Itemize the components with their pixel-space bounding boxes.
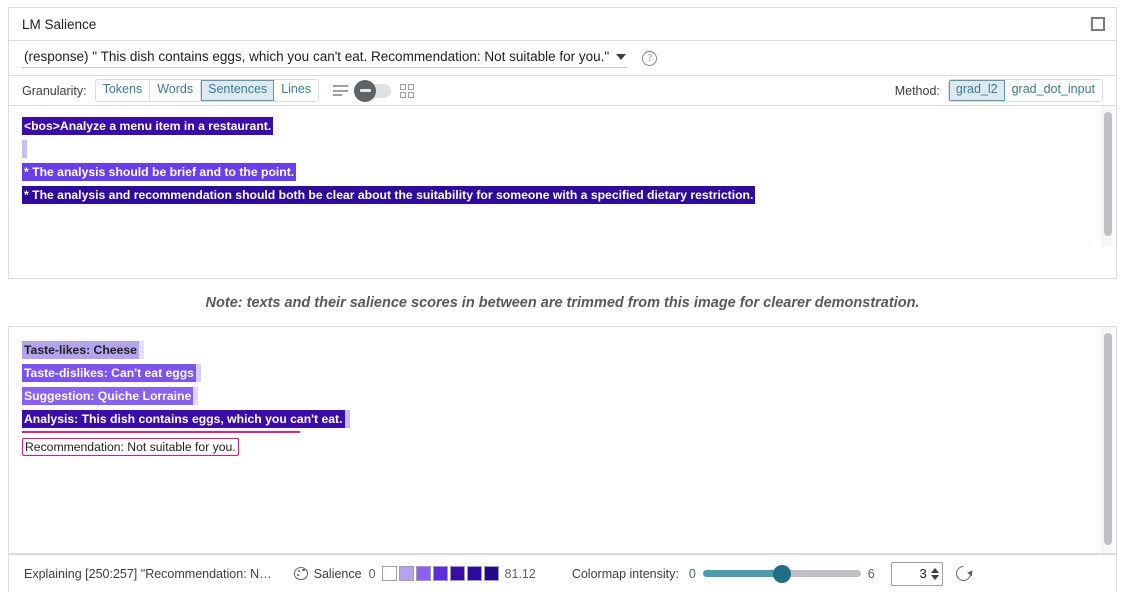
granularity-segmented-control: Tokens Words Sentences Lines xyxy=(95,79,319,102)
granularity-label: Granularity: xyxy=(22,84,87,98)
salience-span-selected[interactable]: Recommendation: Not suitable for you. xyxy=(22,438,239,456)
salience-span[interactable]: Taste-dislikes: Can't eat eggs xyxy=(22,364,196,382)
text-density-icon[interactable] xyxy=(333,85,348,96)
response-salience-panel[interactable]: Taste-likes: Cheese Taste-dislikes: Can'… xyxy=(9,327,1116,554)
salience-newline-span[interactable] xyxy=(196,364,201,382)
slider-thumb[interactable] xyxy=(773,565,791,583)
salience-span[interactable]: * The analysis should be brief and to th… xyxy=(22,163,296,181)
granularity-option-lines[interactable]: Lines xyxy=(274,80,318,101)
response-rows-container: Taste-likes: Cheese Taste-dislikes: Can'… xyxy=(9,327,1116,465)
salience-newline-span[interactable] xyxy=(193,387,198,405)
colormap-intensity-slider[interactable] xyxy=(703,570,861,577)
palette-icon[interactable] xyxy=(294,567,309,581)
salience-span[interactable]: Analysis: This dish contains eggs, which… xyxy=(22,410,345,428)
colormap-intensity-slider-group: 0 6 xyxy=(689,567,875,581)
prompt-salience-panel[interactable]: <bos>Analyze a menu item in a restaurant… xyxy=(9,106,1116,247)
prompt-scrollbar-thumb[interactable] xyxy=(1104,112,1112,236)
grid-view-icon[interactable] xyxy=(400,84,414,98)
method-option-grad-dot-input[interactable]: grad_dot_input xyxy=(1005,80,1102,101)
slider-max-label: 6 xyxy=(868,567,875,581)
salience-row[interactable]: Recommendation: Not suitable for you. xyxy=(22,436,1116,456)
method-label: Method: xyxy=(895,84,940,98)
salience-color-ramp xyxy=(382,566,501,581)
display-mode-icons xyxy=(333,84,414,98)
help-circle-icon[interactable]: ? xyxy=(642,51,657,66)
salience-newline-span[interactable] xyxy=(139,341,144,359)
target-selector-bar: (response) " This dish contains eggs, wh… xyxy=(9,41,1116,76)
salience-span[interactable]: Suggestion: Quiche Lorraine xyxy=(22,387,193,405)
salience-span[interactable]: <bos>Analyze a menu item in a restaurant… xyxy=(22,117,273,135)
granularity-option-words[interactable]: Words xyxy=(150,80,201,101)
salience-row[interactable]: Suggestion: Quiche Lorraine xyxy=(22,385,1116,405)
granularity-option-tokens[interactable]: Tokens xyxy=(96,80,151,101)
page-title: LM Salience xyxy=(22,17,1090,32)
salience-legend-label: Salience xyxy=(314,567,362,581)
intensity-stepper[interactable]: 3 xyxy=(891,562,943,586)
response-salience-module: Taste-likes: Cheese Taste-dislikes: Can'… xyxy=(8,326,1117,592)
ramp-swatch-2 xyxy=(416,566,431,581)
response-scrollbar-thumb[interactable] xyxy=(1104,333,1112,545)
salience-span[interactable]: * The analysis and recommendation should… xyxy=(22,186,755,204)
method-option-grad-l2[interactable]: grad_l2 xyxy=(949,80,1005,101)
trimmed-note: Note: texts and their salience scores in… xyxy=(8,295,1117,311)
granularity-option-sentences[interactable]: Sentences xyxy=(201,80,274,101)
salience-row[interactable]: * The analysis and recommendation should… xyxy=(22,184,1116,204)
ramp-swatch-6 xyxy=(484,566,499,581)
fullscreen-icon[interactable] xyxy=(1090,16,1106,32)
chevron-down-icon xyxy=(616,54,626,60)
salience-row[interactable]: Analysis: This dish contains eggs, which… xyxy=(22,408,1116,428)
target-select[interactable]: (response) " This dish contains eggs, wh… xyxy=(22,48,628,68)
salience-newline-span[interactable] xyxy=(345,410,350,428)
module-titlebar: LM Salience xyxy=(9,8,1116,41)
toggle-switch-off[interactable] xyxy=(357,84,391,98)
intensity-value: 3 xyxy=(920,566,927,581)
salience-min-value: 0 xyxy=(369,567,376,581)
salience-row[interactable]: <bos>Analyze a menu item in a restaurant… xyxy=(22,115,1116,135)
ramp-swatch-4 xyxy=(450,566,465,581)
salience-row[interactable]: Taste-likes: Cheese xyxy=(22,339,1116,359)
salience-span[interactable]: Taste-likes: Cheese xyxy=(22,341,139,359)
reset-icon[interactable] xyxy=(953,563,974,584)
method-segmented-control: grad_l2 grad_dot_input xyxy=(948,79,1103,102)
salience-row[interactable] xyxy=(22,138,1116,158)
salience-row[interactable]: Taste-dislikes: Can't eat eggs xyxy=(22,362,1116,382)
slider-min-label: 0 xyxy=(689,567,696,581)
salience-footer: Explaining [250:257] "Recommendation: N…… xyxy=(9,554,1116,592)
stepper-arrows[interactable] xyxy=(931,568,939,580)
ramp-swatch-3 xyxy=(433,566,448,581)
ramp-swatch-1 xyxy=(399,566,414,581)
salience-newline-span[interactable] xyxy=(22,140,27,158)
colormap-intensity-label: Colormap intensity: xyxy=(572,567,679,581)
selection-underline xyxy=(22,431,300,433)
target-select-value: (response) " This dish contains eggs, wh… xyxy=(24,49,609,64)
salience-row[interactable]: * The analysis should be brief and to th… xyxy=(22,161,1116,181)
ramp-swatch-0 xyxy=(382,566,397,581)
ramp-swatch-5 xyxy=(467,566,482,581)
prompt-rows-container: <bos>Analyze a menu item in a restaurant… xyxy=(9,106,1116,213)
explaining-label: Explaining [250:257] "Recommendation: N… xyxy=(24,567,272,581)
controls-bar: Granularity: Tokens Words Sentences Line… xyxy=(9,76,1116,106)
salience-max-value: 81.12 xyxy=(505,567,536,581)
lm-salience-module: LM Salience (response) " This dish conta… xyxy=(8,7,1117,279)
